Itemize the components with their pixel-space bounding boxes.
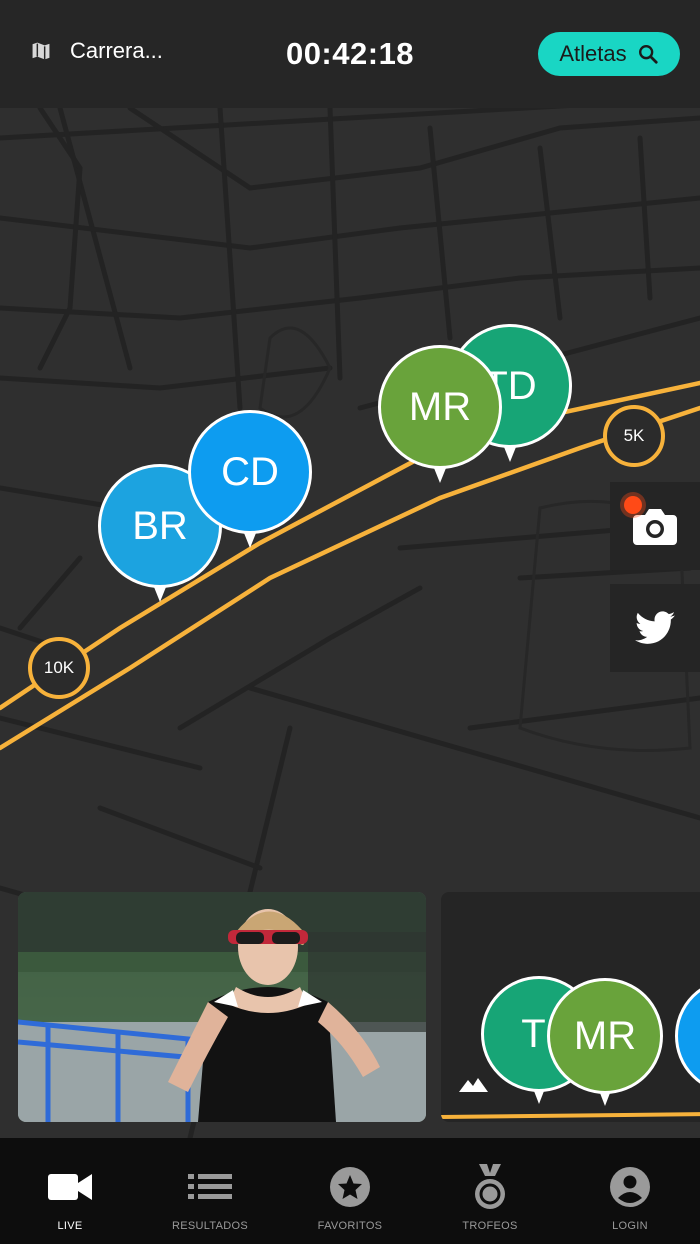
photo-button[interactable] [610, 482, 700, 570]
notification-dot [624, 496, 642, 514]
athlete-photo [18, 892, 426, 1122]
tab-trophies[interactable]: TROFEOS [420, 1138, 560, 1244]
list-icon [188, 1174, 232, 1199]
mini-runner-pin-mr[interactable]: MR [547, 978, 663, 1094]
athletes-search-button[interactable]: Atletas [538, 32, 680, 76]
star-icon [330, 1167, 370, 1207]
user-icon [610, 1167, 650, 1207]
twitter-button[interactable] [610, 584, 700, 672]
tab-label-live: LIVE [57, 1220, 83, 1232]
runner-pin-mr[interactable]: MR [378, 345, 502, 469]
twitter-icon [635, 611, 675, 644]
runner-pin-cd[interactable]: CD [188, 410, 312, 534]
tab-results[interactable]: RESULTADOS [140, 1138, 280, 1244]
tab-live[interactable]: LIVE [0, 1138, 140, 1244]
top-bar: Carrera... 00:42:18 Atletas [0, 0, 700, 108]
tab-label-trophies: TROFEOS [462, 1220, 518, 1232]
distance-marker-5k: 5K [603, 405, 665, 467]
mini-map-card[interactable]: TI MR [441, 892, 700, 1122]
athletes-button-label: Atletas [559, 41, 627, 66]
tab-label-login: LOGIN [612, 1220, 648, 1232]
medal-icon [475, 1164, 505, 1209]
tab-login[interactable]: LOGIN [560, 1138, 700, 1244]
tab-label-results: RESULTADOS [172, 1220, 248, 1232]
tab-label-favorites: FAVORITOS [317, 1220, 383, 1232]
tab-favorites[interactable]: FAVORITOS [280, 1138, 420, 1244]
video-camera-icon [48, 1174, 92, 1200]
athlete-photo-card[interactable] [18, 892, 426, 1122]
search-icon [638, 45, 658, 64]
bottom-tab-bar: LIVE RESULTADOS FAVORITOS TROFEOS LOGIN [0, 1138, 700, 1244]
distance-marker-10k: 10K [28, 637, 90, 699]
